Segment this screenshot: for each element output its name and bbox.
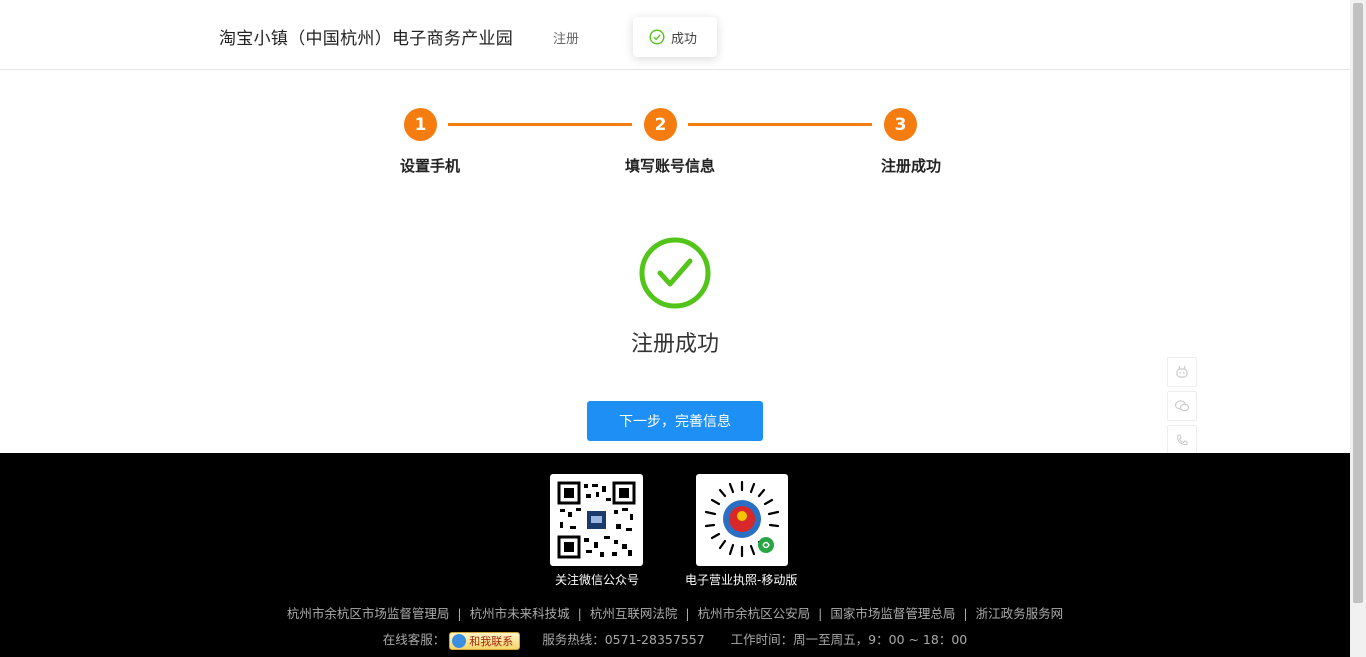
step-connector-1	[448, 123, 632, 126]
step-1-label: 设置手机	[400, 157, 461, 175]
footer-links: 杭州市余杭区市场监督管理局 | 杭州市未来科技城 | 杭州互联网法院 | 杭州市余杭区公安局…	[0, 603, 1350, 622]
phone-icon	[1177, 434, 1188, 446]
scrollbar-thumb[interactable]	[1353, 3, 1363, 603]
page: 淘宝小镇（中国杭州）电子商务产业园 注册 成功 1 2 3 设置手机 填写账号信…	[0, 0, 1366, 657]
footer-link[interactable]: 杭州互联网法院	[590, 606, 678, 621]
robot-service-button[interactable]	[1167, 357, 1197, 387]
wechat-qr-code	[550, 474, 643, 566]
step-3-circle: 3	[884, 108, 917, 141]
online-service-label: 在线客服：	[382, 632, 446, 647]
footer-link[interactable]: 杭州市未来科技城	[470, 606, 570, 621]
top-header: 淘宝小镇（中国杭州）电子商务产业园 注册 成功	[0, 0, 1350, 70]
contact-me-button[interactable]: 和我联系	[449, 631, 521, 650]
link-separator: |	[685, 606, 690, 621]
phone-button[interactable]	[1167, 425, 1197, 455]
vertical-scrollbar[interactable]	[1350, 0, 1366, 657]
register-link[interactable]: 注册	[553, 28, 579, 47]
license-qr-label: 电子营业执照-移动版	[685, 573, 798, 587]
business-license-qr-code	[696, 474, 788, 566]
footer-link[interactable]: 浙江政务服务网	[976, 606, 1064, 621]
work-hours: 工作时间：周一至周五，9：00 ~ 18：00	[730, 632, 968, 647]
success-toast: 成功	[633, 17, 717, 57]
qq-icon	[452, 633, 467, 648]
wechat-icon	[1174, 400, 1190, 412]
footer-link[interactable]: 杭州市余杭区市场监督管理局	[287, 606, 450, 621]
footer-link[interactable]: 国家市场监督管理总局	[830, 606, 955, 621]
mini-program-code-image	[704, 480, 780, 558]
toast-text: 成功	[671, 31, 698, 47]
qr-code-image	[557, 481, 636, 559]
footer: 关注微信公众号 电子营业执照-移动版 杭州市余杭区市场监督管理局 | 杭州市未来科技…	[0, 453, 1350, 657]
wechat-qr-label: 关注微信公众号	[555, 573, 640, 587]
contact-info: 在线客服： 和我联系 服务热线：0571-28357557 工作时间：周一至周五…	[0, 629, 1350, 650]
wechat-button[interactable]	[1167, 391, 1197, 421]
next-step-button[interactable]: 下一步，完善信息	[587, 401, 763, 441]
check-circle-icon	[649, 29, 665, 45]
step-3-label: 注册成功	[881, 157, 942, 175]
step-2-label: 填写账号信息	[625, 157, 716, 175]
link-separator: |	[577, 606, 582, 621]
robot-icon	[1176, 365, 1188, 378]
link-separator: |	[457, 606, 462, 621]
link-separator: |	[963, 606, 968, 621]
link-separator: |	[818, 606, 823, 621]
site-title[interactable]: 淘宝小镇（中国杭州）电子商务产业园	[219, 24, 513, 49]
step-connector-2	[688, 123, 872, 126]
contact-badge-label: 和我联系	[469, 634, 514, 648]
success-check-icon	[639, 237, 711, 309]
step-2-circle: 2	[644, 108, 677, 141]
step-1-circle: 1	[404, 108, 437, 141]
success-title: 注册成功	[630, 332, 719, 357]
footer-link[interactable]: 杭州市余杭区公安局	[698, 606, 811, 621]
hotline: 服务热线：0571-28357557	[542, 632, 705, 647]
